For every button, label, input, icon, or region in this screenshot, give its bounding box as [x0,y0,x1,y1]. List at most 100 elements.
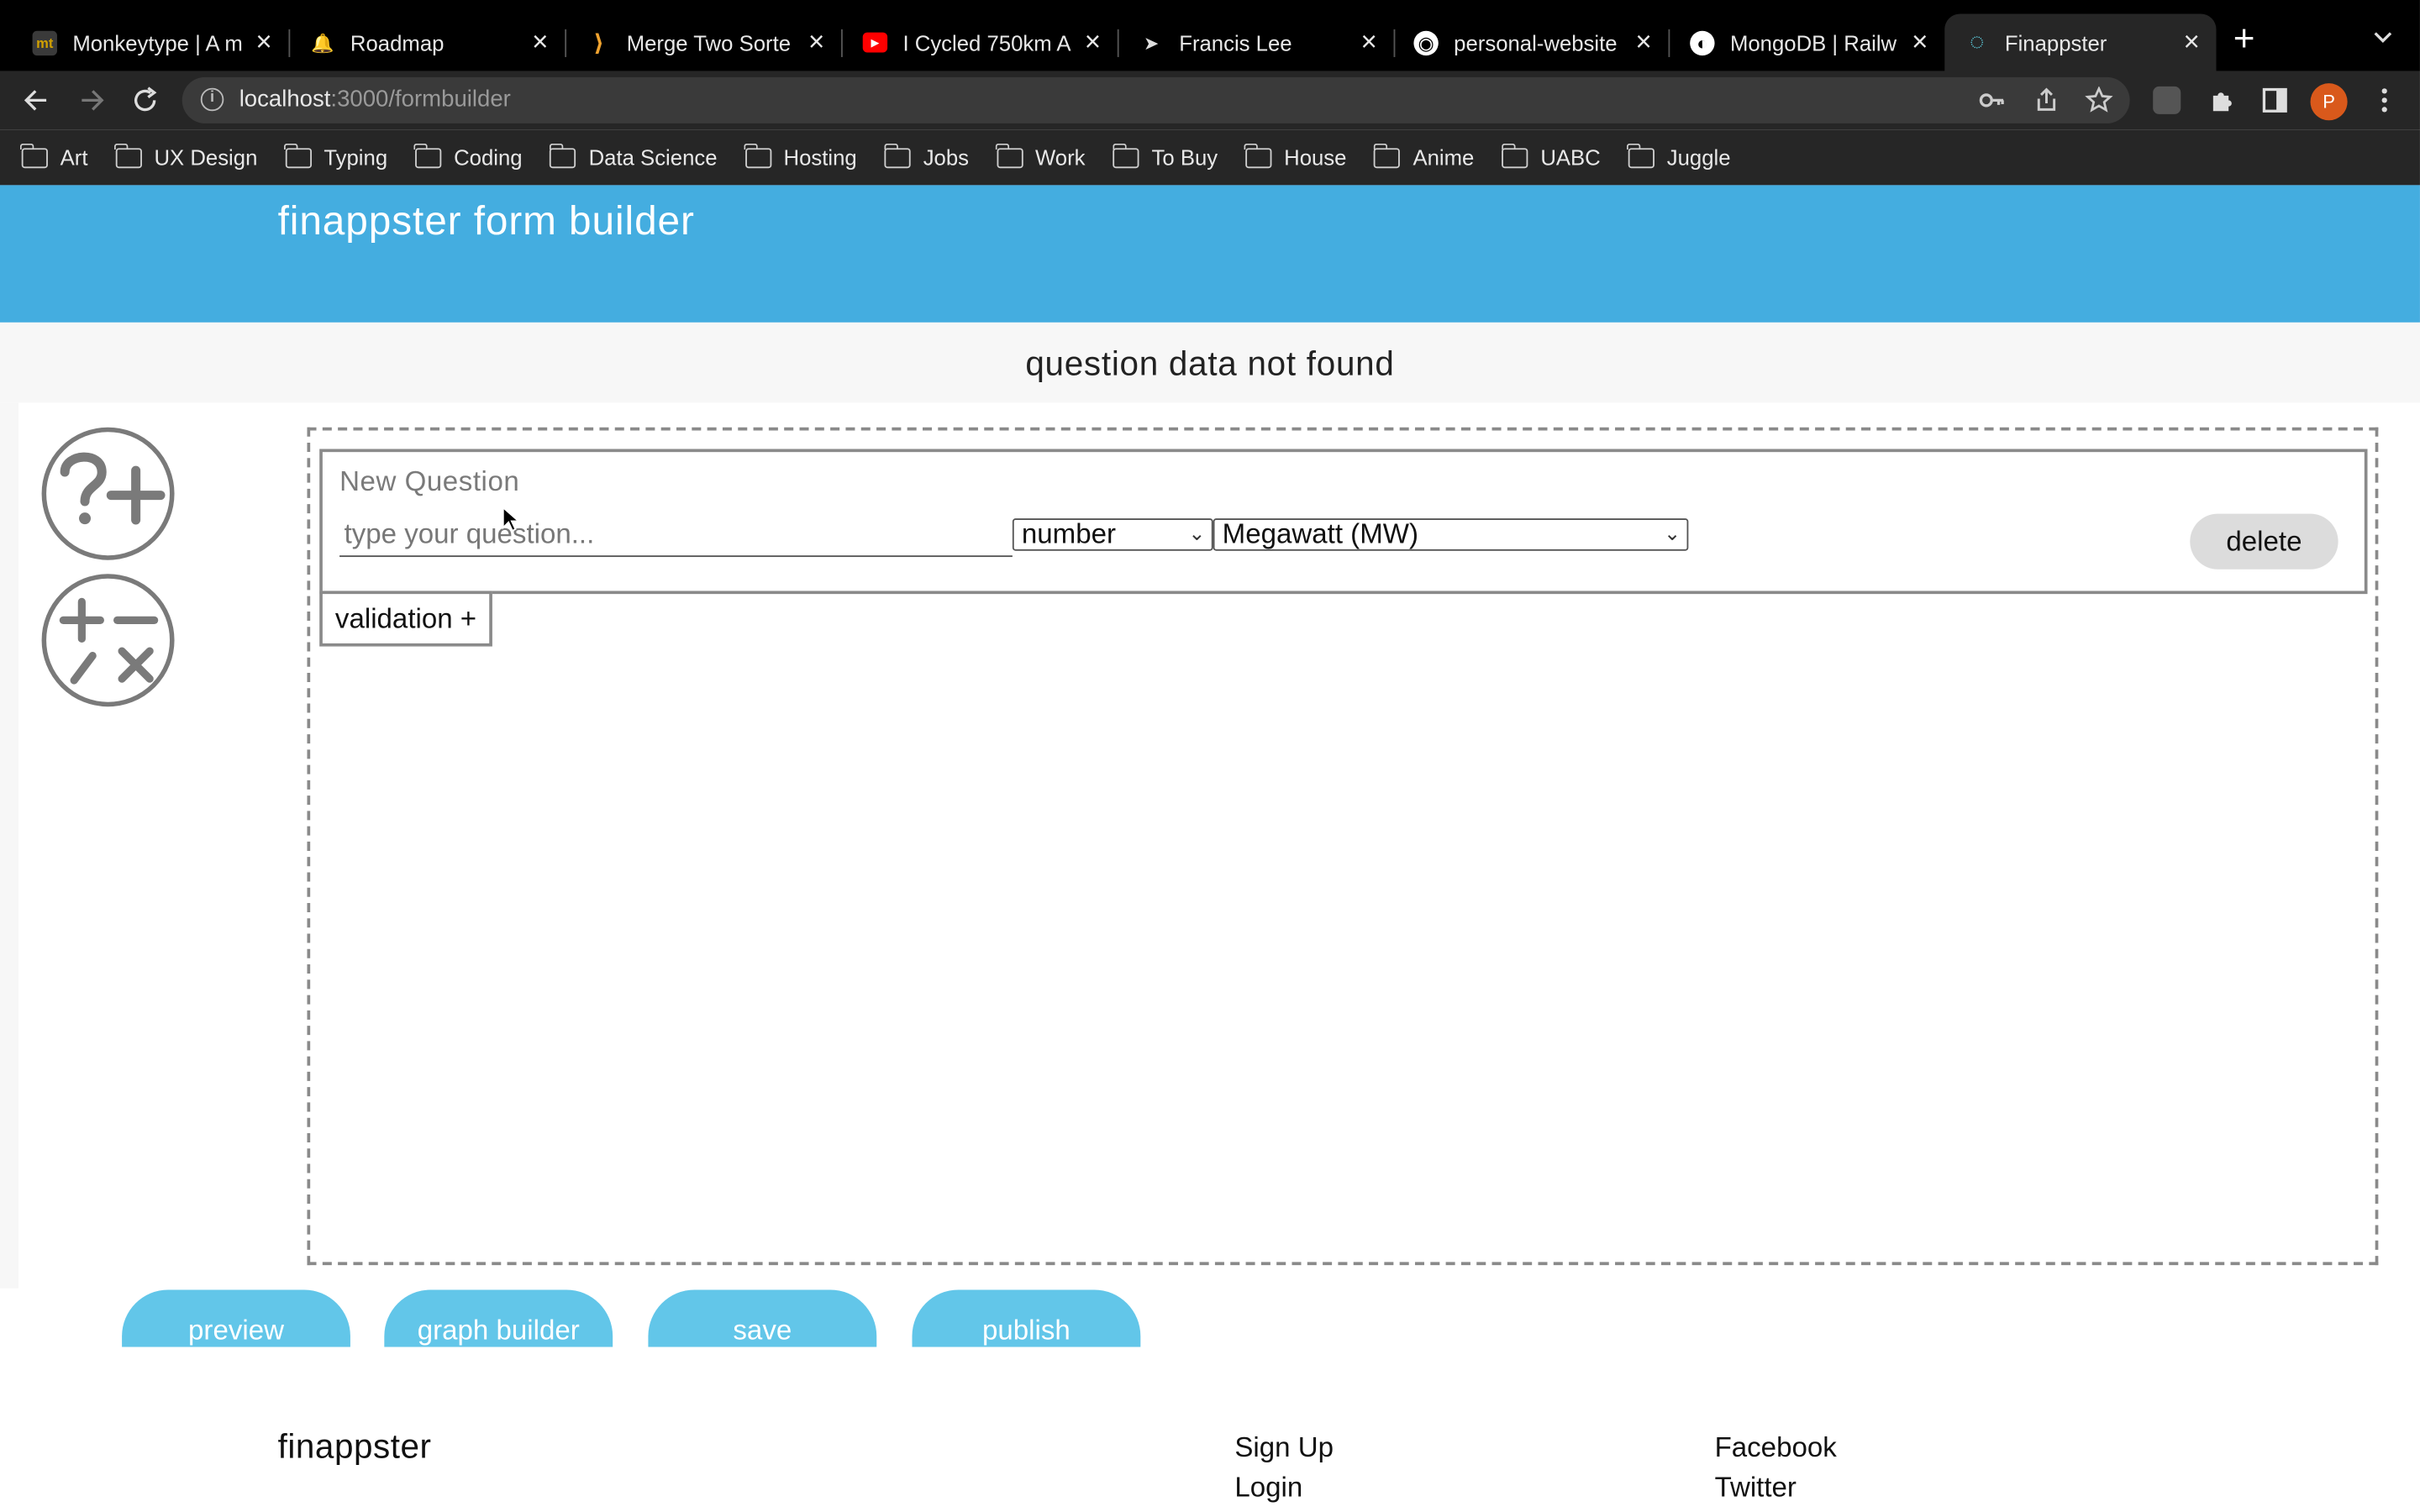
app-header: finappster form builder [0,185,2420,323]
monkeytype-icon: mt [32,29,57,55]
bookmark-folder[interactable]: UX Design [114,142,257,170]
close-tab-icon[interactable]: × [1350,26,1387,59]
footer-brand: finappster [277,1426,432,1466]
bookmark-folder[interactable]: To Buy [1112,142,1218,170]
reload-icon[interactable] [129,85,160,116]
forward-arrow-icon[interactable] [76,85,107,116]
extensions-puzzle-icon[interactable] [2207,85,2238,116]
chevron-down-icon: ⌄ [1188,521,1206,545]
facebook-link[interactable]: Facebook [1715,1431,1837,1464]
url-text[interactable]: localhost:3000/formbuilder [239,87,511,113]
github-icon: ◉ [1413,29,1439,55]
address-bar[interactable]: i localhost:3000/formbuilder [182,76,2130,123]
close-tab-icon[interactable]: × [522,26,559,59]
browser-window: mt Monkeytype | A m × 🔔 Roadmap × ⟩ Merg… [0,0,2420,1512]
form-canvas[interactable]: New Question number ⌄ Megawatt (MW) ⌄ de… [307,427,2379,1266]
tab-title: MongoDB | Railw [1729,29,1897,55]
extension-icon[interactable] [2153,86,2181,114]
tab-francis-lee[interactable]: ➤ Francis Lee × [1119,14,1396,71]
bookmark-folder[interactable]: Data Science [549,142,718,170]
bookmark-folder[interactable]: Coding [414,142,523,170]
save-button[interactable]: save [648,1289,877,1347]
folder-icon [1244,142,1272,168]
share-icon[interactable] [2033,87,2060,114]
question-type-select[interactable]: number ⌄ [1012,518,1213,551]
tab-title: Merge Two Sorte [626,29,792,55]
question-card: New Question number ⌄ Megawatt (MW) ⌄ de… [319,449,2368,595]
tab-title: personal-website [1454,29,1618,55]
bookmark-folder[interactable]: UABC [1501,142,1601,170]
question-plus-icon [60,452,166,525]
tab-title: I Cycled 750km A [902,29,1071,55]
bookmarks-bar: Art UX Design Typing Coding Data Science… [0,129,2420,186]
tab-title: Finappster [2004,29,2107,55]
twitter-link[interactable]: Twitter [1715,1472,1797,1504]
roadmap-icon: 🔔 [311,31,334,54]
profile-avatar[interactable]: P [2310,83,2348,121]
question-text-input[interactable] [339,513,1013,558]
close-tab-icon[interactable]: × [1074,26,1111,59]
folder-icon [1112,142,1139,168]
tab-personal-website[interactable]: ◉ personal-website × [1394,14,1670,71]
tab-title: Roadmap [350,29,445,55]
bookmark-folder[interactable]: Work [995,142,1086,170]
folder-icon [1373,142,1401,168]
tab-youtube[interactable]: ▶ I Cycled 750km A × [843,14,1119,71]
bookmark-star-icon[interactable] [2085,86,2113,114]
folder-icon [114,142,142,168]
new-tab-button[interactable]: + [2233,18,2255,61]
key-icon[interactable] [1979,87,2007,114]
folder-icon [414,142,442,168]
back-arrow-icon[interactable] [22,85,53,116]
add-calculation-tool[interactable] [41,574,175,707]
notice-band: question data not found [0,322,2420,403]
youtube-icon: ▶ [862,32,888,53]
site-info-icon[interactable]: i [200,87,224,112]
close-tab-icon[interactable]: × [1625,26,1662,59]
tab-finappster[interactable]: ◌ Finappster × [1944,13,2217,71]
close-tab-icon[interactable]: × [2173,26,2210,59]
publish-button[interactable]: publish [912,1289,1141,1347]
preview-button[interactable]: preview [122,1289,350,1347]
close-tab-icon[interactable]: × [798,26,835,59]
delete-question-button[interactable]: delete [2190,513,2338,570]
tab-title: Monkeytype | A m [72,29,243,55]
close-tab-icon[interactable]: × [1902,26,1939,59]
chevron-down-icon: ⌄ [1664,521,1681,545]
tab-roadmap[interactable]: 🔔 Roadmap × [290,14,567,71]
workspace-gutter [0,402,19,1289]
folder-icon [883,142,911,168]
add-question-tool[interactable] [41,427,175,560]
close-tab-icon[interactable]: × [245,26,282,59]
folder-icon [284,142,312,168]
tab-mongodb-railway[interactable]: ◐ MongoDB | Railw × [1670,14,1944,71]
bookmark-folder[interactable]: Art [20,142,87,170]
tab-merge-two-sorted[interactable]: ⟩ Merge Two Sorte × [566,14,843,71]
app-title: finappster form builder [277,197,695,244]
leetcode-icon: ⟩ [593,29,604,57]
more-menu-icon[interactable] [2369,85,2400,116]
add-validation-button[interactable]: validation + [319,591,492,647]
tab-monkeytype[interactable]: mt Monkeytype | A m × [13,14,291,71]
tab-strip: mt Monkeytype | A m × 🔔 Roadmap × ⟩ Merg… [0,0,2420,71]
folder-icon [995,142,1023,168]
sign-up-link[interactable]: Sign Up [1234,1431,1334,1464]
railway-icon: ◐ [1690,29,1715,55]
login-link[interactable]: Login [1234,1472,1302,1504]
bookmark-folder[interactable]: Hosting [744,142,857,170]
bookmark-folder[interactable]: Jobs [883,142,969,170]
folder-icon [1627,142,1655,168]
math-operators-icon [59,597,159,685]
tab-search-chevron-icon[interactable] [2370,24,2395,49]
unit-select[interactable]: Megawatt (MW) ⌄ [1213,518,1689,551]
folder-icon [549,142,576,168]
bookmark-folder[interactable]: House [1244,142,1346,170]
side-panel-icon[interactable] [2260,85,2291,116]
bookmark-folder[interactable]: Juggle [1627,142,1731,170]
bookmark-folder[interactable]: Typing [284,142,387,170]
graph-builder-button[interactable]: graph builder [384,1289,613,1347]
mouse-cursor-icon [502,506,520,533]
folder-icon [744,142,771,168]
folder-icon [1501,142,1528,168]
bookmark-folder[interactable]: Anime [1373,142,1474,170]
